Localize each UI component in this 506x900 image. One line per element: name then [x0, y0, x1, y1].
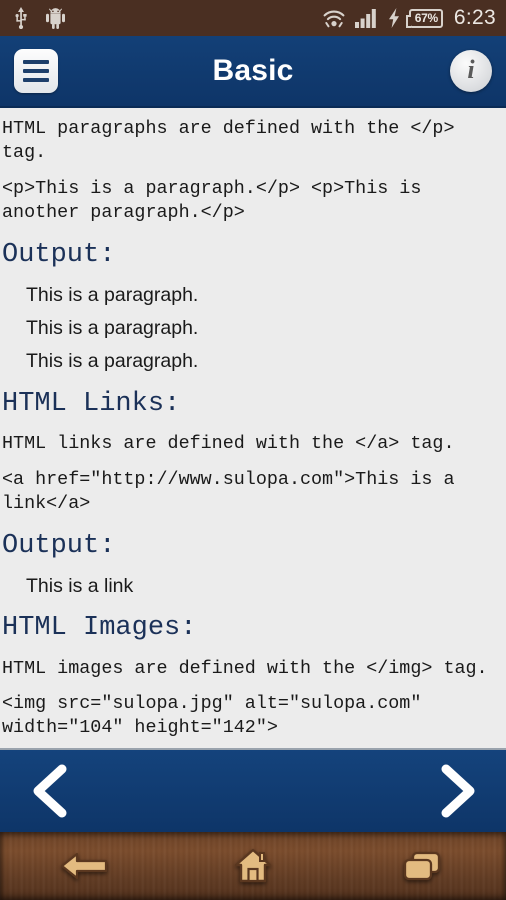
hamburger-bar: [23, 60, 49, 64]
status-bar-right-icons: 67% 6:23: [322, 6, 496, 30]
hamburger-bar: [23, 69, 49, 73]
app-title-bar: Basic i: [0, 36, 506, 108]
code-snippet: <a href="http://www.sulopa.com">This is …: [2, 468, 466, 514]
section-heading: Output:: [2, 531, 116, 562]
status-bar-left-icons: [14, 7, 65, 29]
hamburger-bar: [23, 78, 49, 82]
battery-indicator: 67%: [405, 8, 443, 28]
chevron-left-icon[interactable]: [26, 763, 72, 819]
usb-icon: [15, 7, 27, 29]
wifi-icon: [323, 10, 345, 27]
output-line: This is a paragraph.: [26, 317, 199, 340]
section-heading: HTML Links:: [2, 388, 181, 419]
code-snippet: <p>This is a paragraph.</p> <p>This is a…: [2, 177, 433, 223]
back-arrow-icon: [61, 852, 108, 880]
nav-recents-button[interactable]: [337, 832, 506, 900]
signal-icon: [354, 9, 376, 28]
lesson-content[interactable]: HTML paragraphs are defined with the </p…: [0, 108, 506, 748]
chevron-right-icon[interactable]: [434, 763, 480, 819]
info-icon[interactable]: i: [450, 50, 492, 92]
status-bar: 67% 6:23: [0, 0, 506, 36]
android-navigation-bar: [0, 832, 506, 900]
code-snippet: HTML images are defined with the </img> …: [2, 657, 488, 679]
hamburger-menu-icon[interactable]: [14, 49, 58, 93]
battery-percent-label: 67%: [414, 11, 438, 25]
page-title: Basic: [212, 54, 294, 87]
charging-bolt-icon: [388, 8, 399, 28]
home-icon: [234, 848, 272, 883]
code-snippet: HTML paragraphs are defined with the </p…: [2, 118, 466, 164]
status-bar-clock: 6:23: [453, 6, 496, 29]
section-heading: Output:: [2, 240, 116, 271]
android-robot-icon: [46, 7, 65, 29]
nav-back-button[interactable]: [0, 832, 169, 900]
recent-apps-icon: [403, 851, 440, 881]
page-navigation-bar: [0, 748, 506, 832]
section-heading: HTML Images:: [2, 613, 197, 644]
output-line: This is a paragraph.: [26, 350, 199, 373]
info-glyph: i: [467, 55, 475, 84]
output-line: This is a paragraph.: [26, 283, 199, 306]
code-snippet: <img src="sulopa.jpg" alt="sulopa.com" w…: [2, 692, 433, 739]
output-line: This is a link: [26, 574, 134, 597]
app-root: 67% 6:23 Basic i HTML paragraphs are def…: [0, 0, 506, 900]
nav-home-button[interactable]: [169, 832, 338, 900]
code-snippet: HTML links are defined with the </a> tag…: [2, 433, 455, 455]
